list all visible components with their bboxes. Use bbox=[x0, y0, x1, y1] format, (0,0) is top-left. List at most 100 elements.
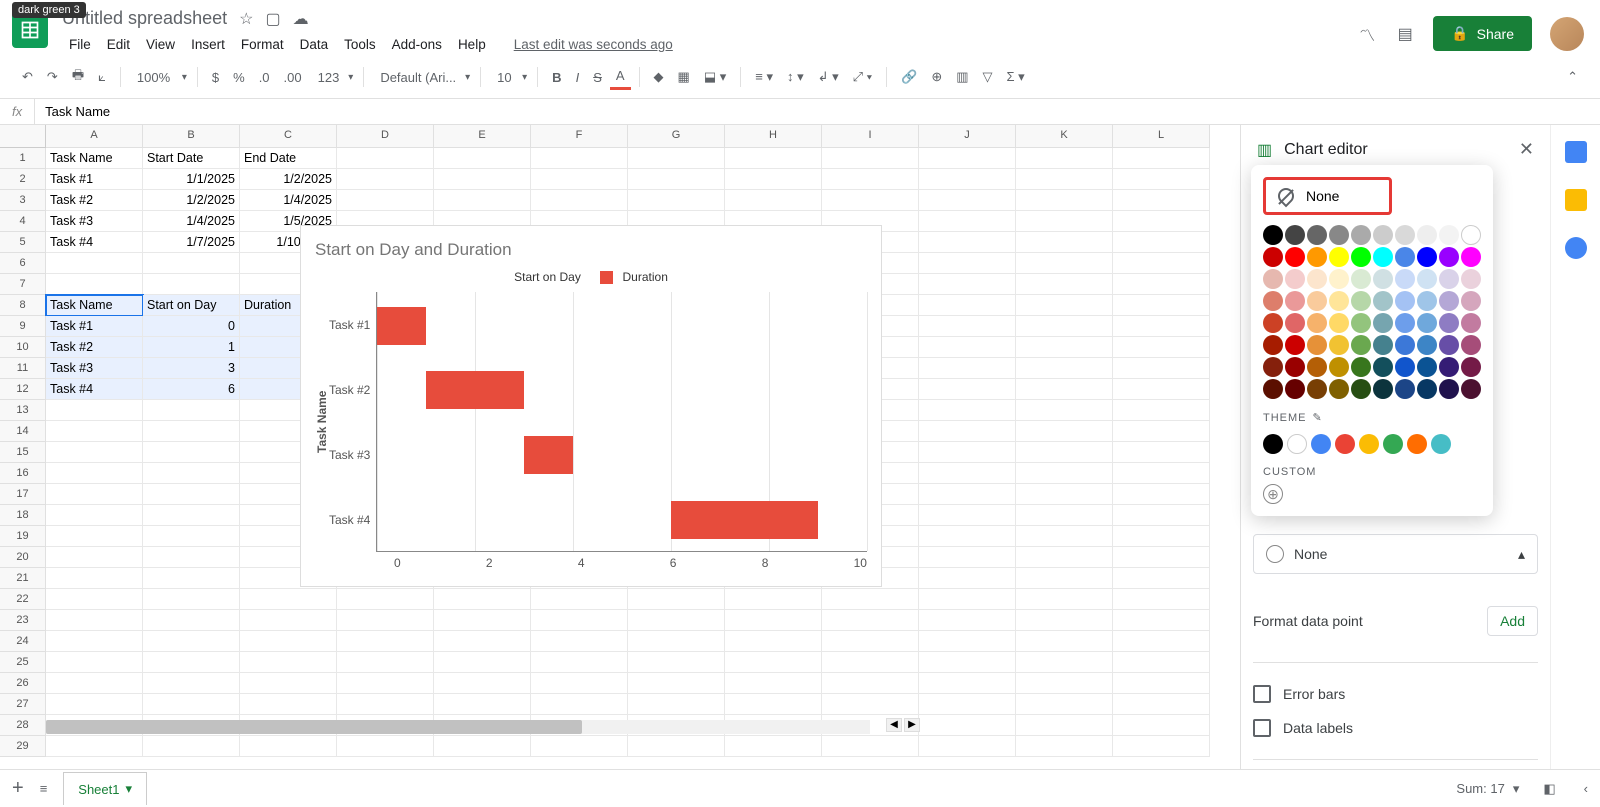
cell[interactable] bbox=[1016, 547, 1113, 568]
cell[interactable] bbox=[46, 694, 143, 715]
color-swatch[interactable] bbox=[1285, 357, 1305, 377]
row-header[interactable]: 21 bbox=[0, 568, 46, 589]
cell[interactable] bbox=[240, 736, 337, 757]
cell[interactable] bbox=[725, 169, 822, 190]
col-header[interactable]: C bbox=[240, 125, 337, 148]
color-swatch[interactable] bbox=[1417, 269, 1437, 289]
color-swatch[interactable] bbox=[1285, 247, 1305, 267]
row-header[interactable]: 20 bbox=[0, 547, 46, 568]
color-swatch[interactable] bbox=[1307, 335, 1327, 355]
color-swatch[interactable] bbox=[1439, 357, 1459, 377]
cell[interactable] bbox=[1016, 274, 1113, 295]
cell[interactable] bbox=[337, 610, 434, 631]
cell[interactable] bbox=[240, 589, 337, 610]
row-header[interactable]: 6 bbox=[0, 253, 46, 274]
cell[interactable] bbox=[919, 358, 1016, 379]
cell[interactable] bbox=[822, 169, 919, 190]
increase-decimal-button[interactable]: .00 bbox=[278, 66, 308, 89]
row-header[interactable]: 17 bbox=[0, 484, 46, 505]
cell[interactable] bbox=[46, 547, 143, 568]
theme-swatch[interactable] bbox=[1287, 434, 1307, 454]
cell[interactable] bbox=[46, 253, 143, 274]
cell[interactable] bbox=[434, 631, 531, 652]
cell[interactable] bbox=[1113, 568, 1210, 589]
cell[interactable] bbox=[46, 484, 143, 505]
cell[interactable] bbox=[1016, 631, 1113, 652]
cell[interactable] bbox=[919, 169, 1016, 190]
cell[interactable] bbox=[919, 295, 1016, 316]
cell[interactable] bbox=[46, 610, 143, 631]
cell[interactable] bbox=[1113, 589, 1210, 610]
sheet-tab[interactable]: Sheet1 ▾ bbox=[63, 772, 147, 805]
borders-button[interactable]: ▦ bbox=[672, 65, 696, 89]
color-swatch[interactable] bbox=[1307, 247, 1327, 267]
menu-help[interactable]: Help bbox=[451, 33, 493, 56]
cell[interactable] bbox=[1113, 253, 1210, 274]
cell[interactable] bbox=[919, 442, 1016, 463]
cell[interactable] bbox=[1016, 442, 1113, 463]
row-header[interactable]: 9 bbox=[0, 316, 46, 337]
cell[interactable] bbox=[337, 169, 434, 190]
cell[interactable] bbox=[46, 589, 143, 610]
cell[interactable] bbox=[919, 505, 1016, 526]
row-header[interactable]: 18 bbox=[0, 505, 46, 526]
cell[interactable] bbox=[143, 652, 240, 673]
row-header[interactable]: 15 bbox=[0, 442, 46, 463]
color-swatch[interactable] bbox=[1395, 357, 1415, 377]
cell[interactable] bbox=[143, 568, 240, 589]
strike-button[interactable]: S bbox=[587, 66, 608, 89]
cell[interactable] bbox=[1016, 232, 1113, 253]
row-header[interactable]: 26 bbox=[0, 673, 46, 694]
color-swatch[interactable] bbox=[1417, 247, 1437, 267]
font-select[interactable]: Default (Ari... bbox=[372, 68, 472, 87]
cell[interactable] bbox=[337, 673, 434, 694]
cell[interactable] bbox=[1113, 337, 1210, 358]
color-swatch[interactable] bbox=[1395, 335, 1415, 355]
cell[interactable]: 3 bbox=[143, 358, 240, 379]
cell[interactable] bbox=[46, 568, 143, 589]
cell[interactable] bbox=[240, 610, 337, 631]
cell[interactable] bbox=[1113, 715, 1210, 736]
bold-button[interactable]: B bbox=[546, 66, 567, 89]
cell[interactable] bbox=[628, 736, 725, 757]
row-header[interactable]: 2 bbox=[0, 169, 46, 190]
cell[interactable] bbox=[628, 190, 725, 211]
cell[interactable] bbox=[143, 421, 240, 442]
keep-addon-icon[interactable] bbox=[1565, 189, 1587, 211]
color-swatch[interactable] bbox=[1263, 357, 1283, 377]
cell[interactable] bbox=[725, 589, 822, 610]
cell[interactable] bbox=[628, 694, 725, 715]
color-swatch[interactable] bbox=[1417, 335, 1437, 355]
cell[interactable] bbox=[628, 169, 725, 190]
data-labels-checkbox[interactable]: Data labels bbox=[1253, 711, 1538, 745]
tasks-addon-icon[interactable] bbox=[1565, 237, 1587, 259]
cell[interactable] bbox=[531, 652, 628, 673]
cell[interactable] bbox=[337, 652, 434, 673]
cell[interactable] bbox=[434, 148, 531, 169]
color-swatch[interactable] bbox=[1395, 247, 1415, 267]
cell[interactable] bbox=[143, 526, 240, 547]
color-swatch[interactable] bbox=[1373, 291, 1393, 311]
color-swatch[interactable] bbox=[1461, 247, 1481, 267]
cell[interactable] bbox=[725, 736, 822, 757]
row-header[interactable]: 24 bbox=[0, 631, 46, 652]
cell[interactable] bbox=[919, 568, 1016, 589]
cell[interactable] bbox=[143, 694, 240, 715]
scroll-left-button[interactable]: ◀ bbox=[886, 718, 902, 732]
cell[interactable] bbox=[1016, 295, 1113, 316]
cell[interactable] bbox=[1016, 421, 1113, 442]
cell[interactable]: 1/4/2025 bbox=[143, 211, 240, 232]
color-swatch[interactable] bbox=[1307, 291, 1327, 311]
cell[interactable] bbox=[1113, 295, 1210, 316]
color-swatch[interactable] bbox=[1285, 379, 1305, 399]
cell[interactable]: Task #3 bbox=[46, 211, 143, 232]
row-header[interactable]: 1 bbox=[0, 148, 46, 169]
cell[interactable] bbox=[1016, 169, 1113, 190]
cell[interactable] bbox=[1016, 253, 1113, 274]
cell[interactable] bbox=[531, 736, 628, 757]
color-swatch[interactable] bbox=[1373, 335, 1393, 355]
print-button[interactable]: 🖶 bbox=[66, 62, 90, 92]
cell[interactable] bbox=[919, 736, 1016, 757]
cell[interactable] bbox=[143, 484, 240, 505]
cell[interactable] bbox=[46, 274, 143, 295]
